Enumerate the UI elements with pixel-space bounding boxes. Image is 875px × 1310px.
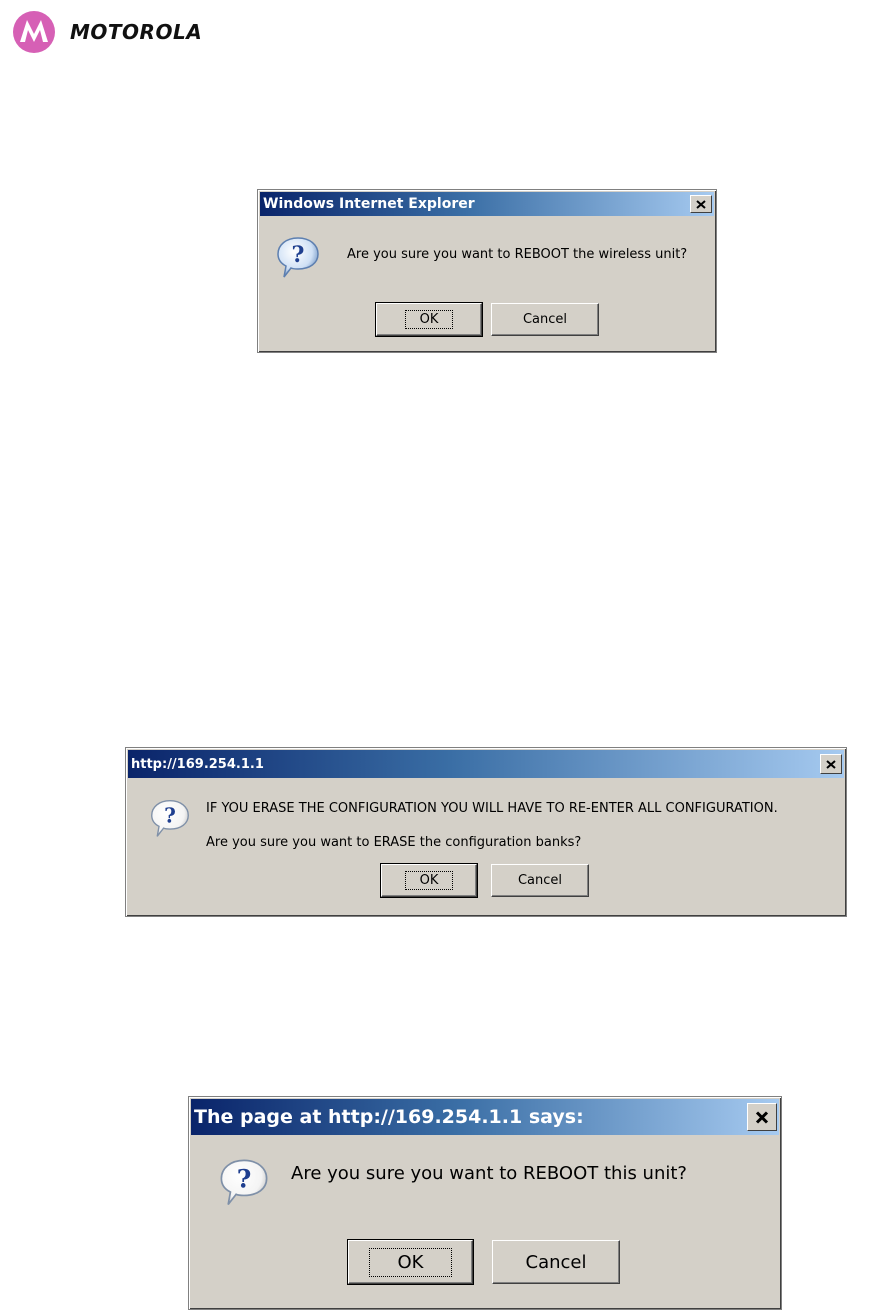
- dialog-question-message: Are you sure you want to ERASE the confi…: [206, 835, 582, 850]
- svg-text:?: ?: [237, 1165, 252, 1194]
- ok-button[interactable]: OK: [347, 1239, 474, 1285]
- close-icon: [755, 1110, 769, 1124]
- dialog-titlebar[interactable]: The page at http://169.254.1.1 says:: [191, 1099, 779, 1135]
- close-button[interactable]: [820, 754, 842, 774]
- ok-button[interactable]: OK: [380, 863, 478, 898]
- cancel-button[interactable]: Cancel: [491, 303, 599, 336]
- cancel-label: Cancel: [522, 312, 568, 327]
- close-button[interactable]: [690, 195, 712, 213]
- dialog-title: http://169.254.1.1: [131, 756, 264, 772]
- svg-text:?: ?: [164, 804, 176, 828]
- cancel-label: Cancel: [525, 1251, 587, 1273]
- cancel-label: Cancel: [517, 873, 563, 888]
- dialog-title: Windows Internet Explorer: [263, 196, 475, 212]
- motorola-batwing-icon: [13, 11, 55, 53]
- erase-config-dialog: http://169.254.1.1 ? IF YOU ERASE THE CO…: [125, 747, 847, 917]
- dialog-titlebar[interactable]: http://169.254.1.1: [128, 750, 844, 778]
- dialog-message: Are you sure you want to REBOOT this uni…: [291, 1163, 687, 1184]
- close-icon: [696, 199, 706, 209]
- svg-text:?: ?: [292, 242, 305, 268]
- dialog-titlebar[interactable]: Windows Internet Explorer: [260, 192, 714, 216]
- close-button[interactable]: [747, 1103, 777, 1131]
- cancel-button[interactable]: Cancel: [491, 864, 589, 897]
- question-icon: ?: [277, 237, 319, 278]
- close-icon: [826, 759, 836, 769]
- motorola-logo: MOTOROLA: [12, 10, 202, 54]
- ok-label: OK: [404, 310, 454, 329]
- dialog-warning-message: IF YOU ERASE THE CONFIGURATION YOU WILL …: [206, 801, 778, 816]
- dialog-title: The page at http://169.254.1.1 says:: [194, 1106, 584, 1128]
- dialog-message: Are you sure you want to REBOOT the wire…: [347, 247, 688, 262]
- question-icon: ?: [220, 1159, 268, 1205]
- ok-label: OK: [368, 1247, 453, 1277]
- ok-label: OK: [404, 871, 454, 890]
- reboot-wireless-dialog: Windows Internet Explorer ? Are you sure…: [257, 189, 717, 353]
- ok-button[interactable]: OK: [375, 302, 483, 337]
- reboot-unit-dialog: The page at http://169.254.1.1 says: ? A…: [188, 1096, 782, 1310]
- question-icon: ?: [151, 800, 189, 837]
- logo-text: MOTOROLA: [70, 20, 203, 44]
- cancel-button[interactable]: Cancel: [492, 1240, 620, 1284]
